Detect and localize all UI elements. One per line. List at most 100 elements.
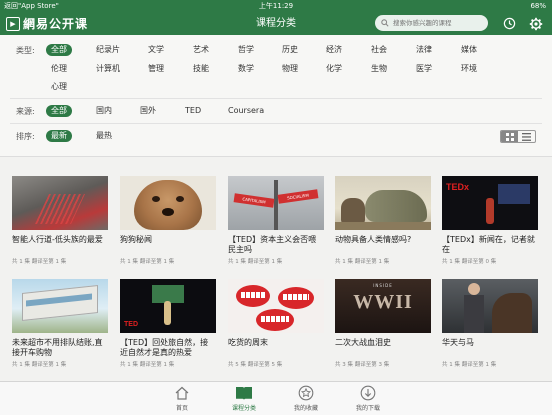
home-icon <box>152 384 212 401</box>
course-thumbnail <box>228 279 324 333</box>
tab-bar: 首页 课程分类 我的收藏 我的下载 <box>0 381 552 415</box>
tedx-logo: TEDx <box>446 182 470 192</box>
course-thumbnail: TEDx <box>442 176 538 230</box>
course-card[interactable]: 狗狗秘闻 共 1 集 翻译至第 1 集 <box>120 176 216 265</box>
course-thumbnail <box>335 176 431 230</box>
thumb-title: WWII <box>353 291 413 313</box>
gear-icon[interactable] <box>528 16 543 31</box>
course-card[interactable]: 未来超市不用排队结账,直接开车购物 共 1 集 翻译至第 1 集 <box>12 279 108 368</box>
type-option[interactable]: 生物 <box>371 63 387 75</box>
type-option[interactable]: 技能 <box>193 63 209 75</box>
type-option[interactable]: 经济 <box>326 44 342 56</box>
type-option[interactable]: 媒体 <box>461 44 477 56</box>
course-meta: 共 1 集 翻译至第 1 集 <box>120 362 175 368</box>
tab-categories[interactable]: 课程分类 <box>214 384 274 412</box>
filter-panel: 类型: 全部 纪录片 文学 艺术 哲学 历史 经济 社会 法律 媒体 伦理 计算… <box>0 35 552 157</box>
tab-downloads[interactable]: 我的下载 <box>338 384 398 412</box>
course-card[interactable]: TED 【TED】回处旅自然，接近自然才是真的热爱 共 1 集 翻译至第 1 集 <box>120 279 216 368</box>
type-option[interactable]: 计算机 <box>96 63 120 75</box>
type-option[interactable]: 医学 <box>416 63 432 75</box>
course-card[interactable]: INSIDE WWII 二次大战血泪史 共 3 集 翻译至第 3 集 <box>335 279 431 368</box>
course-title: 【TED】回处旅自然，接近自然才是真的热爱 <box>120 338 209 357</box>
tab-label: 我的下载 <box>355 405 380 412</box>
ted-logo: TED <box>124 321 138 328</box>
type-option[interactable]: 法律 <box>416 44 432 56</box>
sort-option[interactable]: 最热 <box>96 130 112 142</box>
course-title: 吃货的周末 <box>228 338 268 347</box>
course-meta: 共 1 集 翻译至第 1 集 <box>442 362 497 368</box>
course-card[interactable]: TEDx 【TEDx】新闻在，记者就在 共 1 集 翻译至第 0 集 <box>442 176 538 265</box>
source-option[interactable]: TED <box>185 105 201 117</box>
source-option[interactable]: 全部 <box>46 105 72 117</box>
course-title: 【TEDx】新闻在，记者就在 <box>442 235 535 254</box>
download-icon <box>338 384 398 401</box>
course-thumbnail <box>12 176 108 230</box>
nav-bar: ▶ 網易公开课 课程分类 <box>0 12 552 35</box>
type-option[interactable]: 艺术 <box>193 44 209 56</box>
divider <box>10 123 542 124</box>
course-meta: 共 1 集 翻译至第 1 集 <box>120 259 175 265</box>
course-title: 未来超市不用排队结账,直接开车购物 <box>12 338 103 357</box>
course-card[interactable]: 华天与马 共 1 集 翻译至第 1 集 <box>442 279 538 368</box>
sort-option[interactable]: 最新 <box>46 130 72 142</box>
source-option[interactable]: 国外 <box>140 105 156 117</box>
search-input[interactable] <box>393 19 483 27</box>
course-thumbnail: CAPITALISM SOCIALISM <box>228 176 324 230</box>
course-thumbnail <box>442 279 538 333</box>
course-thumbnail: INSIDE WWII <box>335 279 431 333</box>
course-title: 动物具备人类情感吗? <box>335 235 412 244</box>
grid-view-icon[interactable] <box>501 131 518 142</box>
course-card[interactable]: 吃货的周末 共 5 集 翻译至第 5 集 <box>228 279 324 368</box>
course-meta: 共 3 集 翻译至第 3 集 <box>335 362 390 368</box>
type-option[interactable]: 社会 <box>371 44 387 56</box>
course-meta: 共 1 集 翻译至第 1 集 <box>12 362 67 368</box>
source-label: 来源: <box>16 107 35 116</box>
course-meta: 共 1 集 翻译至第 1 集 <box>335 259 390 265</box>
type-option[interactable]: 化学 <box>326 63 342 75</box>
battery-indicator: 68% <box>530 2 546 10</box>
status-time: 上午11:29 <box>258 2 294 10</box>
list-view-icon[interactable] <box>518 131 535 142</box>
type-option[interactable]: 纪录片 <box>96 44 120 56</box>
history-icon[interactable] <box>502 16 517 31</box>
course-thumbnail <box>120 176 216 230</box>
type-option[interactable]: 数学 <box>238 63 254 75</box>
course-card[interactable]: 动物具备人类情感吗? 共 1 集 翻译至第 1 集 <box>335 176 431 265</box>
course-title: 华天与马 <box>442 338 474 347</box>
source-option[interactable]: Coursera <box>228 105 264 117</box>
search-box[interactable] <box>375 15 488 31</box>
course-meta: 共 5 集 翻译至第 5 集 <box>228 362 283 368</box>
course-card[interactable]: 智能人行道-低头族的最爱 共 1 集 翻译至第 1 集 <box>12 176 108 265</box>
thumb-subtitle: INSIDE <box>373 283 393 288</box>
tab-label: 首页 <box>175 405 188 412</box>
course-thumbnail: TED <box>120 279 216 333</box>
tab-label: 课程分类 <box>231 405 256 412</box>
sign-right: SOCIALISM <box>277 189 319 204</box>
tab-favorites[interactable]: 我的收藏 <box>276 384 336 412</box>
course-card[interactable]: CAPITALISM SOCIALISM 【TED】资本主义会否喂民主吗 共 1… <box>228 176 324 265</box>
course-thumbnail <box>12 279 108 333</box>
course-title: 狗狗秘闻 <box>120 235 152 244</box>
course-meta: 共 1 集 翻译至第 1 集 <box>228 259 283 265</box>
type-option[interactable]: 哲学 <box>238 44 254 56</box>
type-option[interactable]: 物理 <box>282 63 298 75</box>
tab-home[interactable]: 首页 <box>152 384 212 412</box>
sign-left: CAPITALISM <box>233 193 275 208</box>
source-option[interactable]: 国内 <box>96 105 112 117</box>
course-title: 智能人行道-低头族的最爱 <box>12 235 103 244</box>
type-option[interactable]: 环境 <box>461 63 477 75</box>
type-option[interactable]: 文学 <box>148 44 164 56</box>
search-icon <box>381 19 389 27</box>
star-icon <box>276 384 336 401</box>
type-option[interactable]: 历史 <box>282 44 298 56</box>
course-meta: 共 1 集 翻译至第 1 集 <box>12 259 67 265</box>
type-label: 类型: <box>16 46 35 55</box>
course-title: 二次大战血泪史 <box>335 338 391 347</box>
course-title: 【TED】资本主义会否喂民主吗 <box>228 235 317 254</box>
type-option[interactable]: 全部 <box>46 44 72 56</box>
type-option[interactable]: 心理 <box>51 81 67 93</box>
type-option[interactable]: 伦理 <box>51 63 67 75</box>
type-option[interactable]: 管理 <box>148 63 164 75</box>
tab-label: 我的收藏 <box>293 405 318 412</box>
view-toggle <box>500 130 536 143</box>
